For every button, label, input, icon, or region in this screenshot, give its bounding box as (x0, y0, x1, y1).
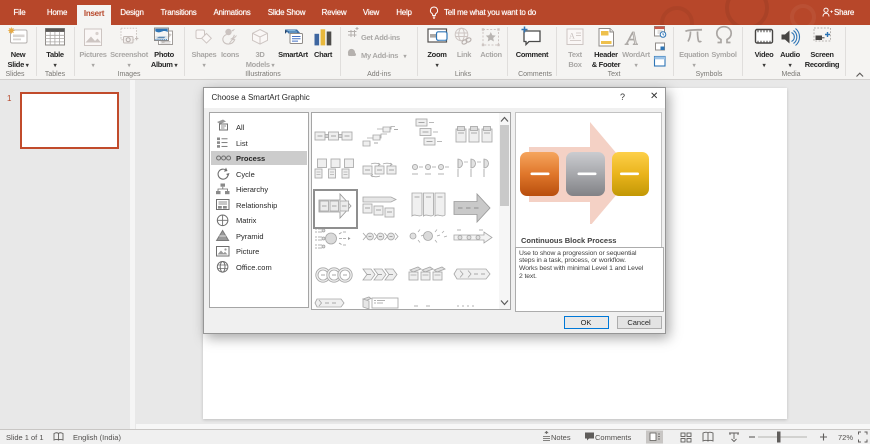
svg-text:A: A (624, 29, 638, 50)
svg-text:A: A (569, 32, 575, 41)
